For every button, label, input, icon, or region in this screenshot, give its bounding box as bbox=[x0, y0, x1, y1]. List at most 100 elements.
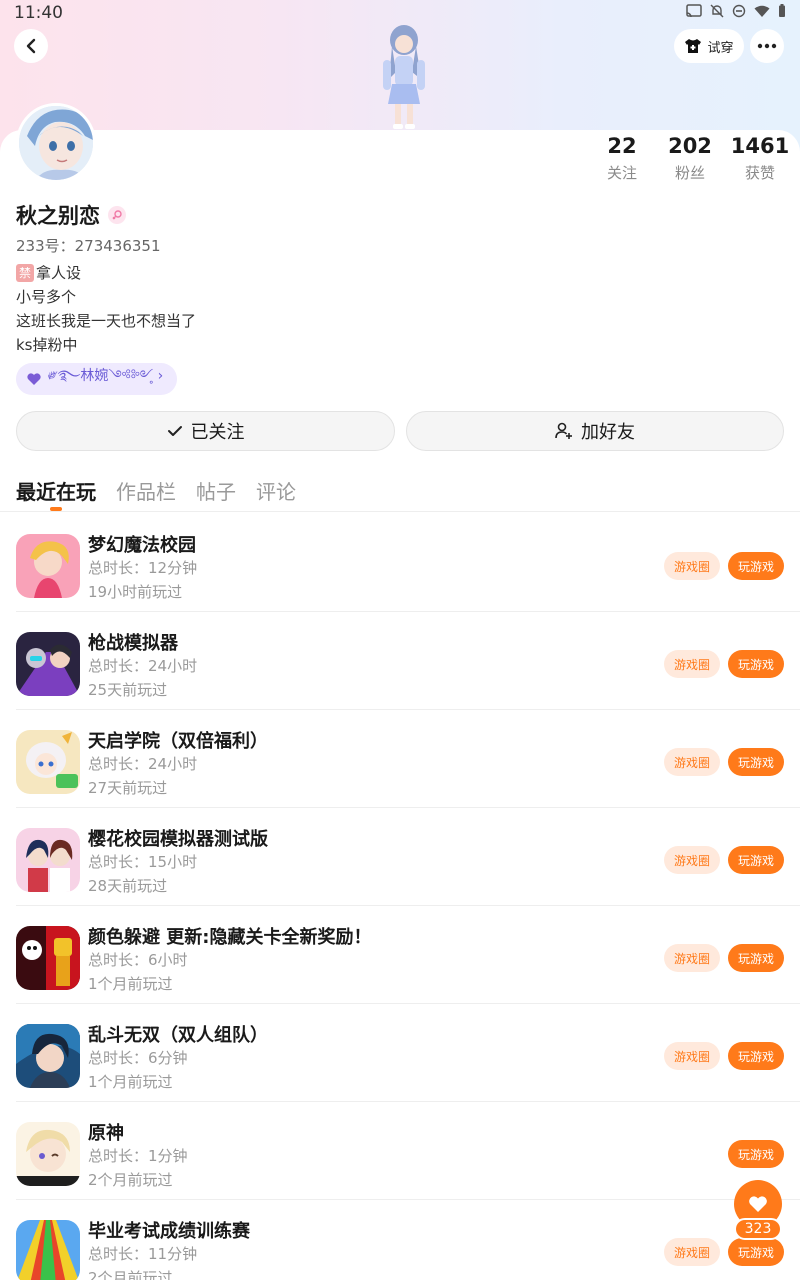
game-title: 原神 bbox=[88, 1123, 124, 1144]
game-duration: 总时长：24小时 bbox=[88, 657, 198, 675]
game-icon-gun-battle-simulator bbox=[16, 632, 80, 696]
play-game-button[interactable]: 玩游戏 bbox=[728, 552, 784, 580]
bio: 禁 拿人设 小号多个 这班长我是一天也不想当了 ks掉粉中 bbox=[16, 261, 196, 357]
game-circle-button[interactable]: 游戏圈 bbox=[664, 1238, 720, 1266]
game-circle-button[interactable]: 游戏圈 bbox=[664, 650, 720, 678]
game-title: 乱斗无双（双人组队） bbox=[88, 1025, 268, 1046]
check-icon bbox=[167, 426, 182, 436]
play-game-button[interactable]: 玩游戏 bbox=[728, 1042, 784, 1070]
tab-posts[interactable]: 帖子 bbox=[196, 476, 236, 505]
game-circle-button[interactable]: 游戏圈 bbox=[664, 1042, 720, 1070]
status-icons bbox=[686, 4, 786, 18]
add-friend-label: 加好友 bbox=[581, 422, 635, 443]
stat-fans[interactable]: 202 粉丝 bbox=[650, 134, 730, 183]
game-last-played: 19小时前玩过 bbox=[88, 583, 183, 601]
username: 秋之别恋 bbox=[16, 200, 126, 230]
game-last-played: 28天前玩过 bbox=[88, 877, 168, 895]
cast-icon bbox=[686, 4, 702, 18]
game-duration: 总时长：24小时 bbox=[88, 755, 198, 773]
game-icon-genshin bbox=[16, 1122, 80, 1186]
game-duration: 总时长：11分钟 bbox=[88, 1245, 198, 1263]
stat-likes[interactable]: 1461 获赞 bbox=[720, 134, 800, 183]
game-title: 梦幻魔法校园 bbox=[88, 535, 196, 556]
game-title: 天启学院（双倍福利） bbox=[88, 731, 268, 752]
game-duration: 总时长：12分钟 bbox=[88, 559, 198, 577]
game-circle-button[interactable]: 游戏圈 bbox=[664, 944, 720, 972]
game-row[interactable]: 毕业考试成绩训练赛 总时长：11分钟 2个月前玩过 游戏圈 玩游戏 bbox=[0, 1200, 800, 1280]
female-gender-icon bbox=[108, 206, 126, 224]
game-duration: 总时长：6分钟 bbox=[88, 1049, 188, 1067]
game-circle-button[interactable]: 游戏圈 bbox=[664, 846, 720, 874]
add-friend-button[interactable]: 加好友 bbox=[406, 411, 784, 451]
game-row[interactable]: 樱花校园模拟器测试版 总时长：15小时 28天前玩过 游戏圈 玩游戏 bbox=[0, 808, 800, 906]
play-game-button[interactable]: 玩游戏 bbox=[728, 650, 784, 678]
game-row[interactable]: 梦幻魔法校园 总时长：12分钟 19小时前玩过 游戏圈 玩游戏 bbox=[0, 514, 800, 612]
stat-likes-label: 获赞 bbox=[744, 164, 775, 182]
try-on-button[interactable]: 试穿 bbox=[674, 29, 744, 63]
stat-fans-label: 粉丝 bbox=[674, 164, 705, 182]
game-icon-graduation-exam bbox=[16, 1220, 80, 1280]
outfit-icon bbox=[685, 39, 702, 53]
back-button[interactable] bbox=[14, 29, 48, 63]
tab-recent-played[interactable]: 最近在玩 bbox=[16, 476, 96, 505]
heart-icon bbox=[749, 1196, 767, 1212]
bio-line: 小号多个 bbox=[16, 288, 77, 306]
bio-line: ks掉粉中 bbox=[16, 336, 78, 354]
followed-button[interactable]: 已关注 bbox=[16, 411, 395, 451]
battery-icon bbox=[779, 4, 785, 17]
play-game-button[interactable]: 玩游戏 bbox=[728, 944, 784, 972]
profile-tabs: 最近在玩 作品栏 帖子 评论 bbox=[16, 476, 296, 505]
game-last-played: 25天前玩过 bbox=[88, 681, 168, 699]
game-last-played: 2个月前玩过 bbox=[88, 1269, 173, 1280]
game-row[interactable]: 枪战模拟器 总时长：24小时 25天前玩过 游戏圈 玩游戏 bbox=[0, 612, 800, 710]
game-icon-dream-magic-school bbox=[16, 534, 80, 598]
play-game-button[interactable]: 玩游戏 bbox=[728, 846, 784, 874]
play-game-button[interactable]: 玩游戏 bbox=[728, 748, 784, 776]
more-dots-icon bbox=[757, 43, 777, 49]
game-last-played: 2个月前玩过 bbox=[88, 1171, 173, 1189]
tab-works[interactable]: 作品栏 bbox=[116, 476, 176, 505]
game-icon-tianqi-academy bbox=[16, 730, 80, 794]
more-button[interactable] bbox=[750, 29, 784, 63]
status-time: 11:40 bbox=[14, 3, 63, 23]
game-title: 毕业考试成绩训练赛 bbox=[88, 1221, 250, 1242]
game-title: 枪战模拟器 bbox=[88, 633, 178, 654]
tab-comments[interactable]: 评论 bbox=[256, 476, 296, 505]
game-row[interactable]: 乱斗无双（双人组队） 总时长：6分钟 1个月前玩过 游戏圈 玩游戏 bbox=[0, 1004, 800, 1102]
game-circle-button[interactable]: 游戏圈 bbox=[664, 552, 720, 580]
stat-likes-count: 1461 bbox=[730, 134, 790, 158]
username-text: 秋之别恋 bbox=[16, 204, 100, 228]
try-on-label: 试穿 bbox=[707, 40, 734, 56]
game-row[interactable]: 原神 总时长：1分钟 2个月前玩过 玩游戏 bbox=[0, 1102, 800, 1200]
followed-label: 已关注 bbox=[190, 422, 245, 443]
wifi-icon bbox=[754, 5, 770, 17]
user-id: 233号：273436351 bbox=[16, 237, 161, 255]
stat-fans-count: 202 bbox=[668, 134, 712, 158]
game-circle-button[interactable]: 游戏圈 bbox=[664, 748, 720, 776]
game-icon-brawl-warriors bbox=[16, 1024, 80, 1088]
mute-icon bbox=[710, 4, 724, 18]
game-row[interactable]: 颜色躲避 更新:隐藏关卡全新奖励！ 总时长：6小时 1个月前玩过 游戏圈 玩游戏 bbox=[0, 906, 800, 1004]
profile-avatar[interactable] bbox=[16, 103, 96, 183]
game-last-played: 1个月前玩过 bbox=[88, 1073, 173, 1091]
play-game-button[interactable]: 玩游戏 bbox=[728, 1140, 784, 1168]
game-duration: 总时长：15小时 bbox=[88, 853, 198, 871]
game-row[interactable]: 天启学院（双倍福利） 总时长：24小时 27天前玩过 游戏圈 玩游戏 bbox=[0, 710, 800, 808]
dnd-icon bbox=[732, 4, 746, 18]
add-user-icon bbox=[555, 422, 572, 439]
game-icon-color-dodge bbox=[16, 926, 80, 990]
ban-tag: 禁 bbox=[16, 264, 34, 282]
close-friend-chip[interactable]: ༗࿐林婉༺༻༷ › bbox=[16, 363, 177, 395]
character-avatar-figure[interactable] bbox=[362, 22, 442, 132]
game-title: 颜色躲避 更新:隐藏关卡全新奖励！ bbox=[88, 927, 372, 948]
game-last-played: 27天前玩过 bbox=[88, 779, 168, 797]
game-duration: 总时长：6小时 bbox=[88, 951, 188, 969]
game-last-played: 1个月前玩过 bbox=[88, 975, 173, 993]
close-friend-name: ༗࿐林婉༺༻༷ › bbox=[48, 368, 164, 384]
heart-icon bbox=[27, 373, 41, 385]
bio-line-text: 拿人设 bbox=[36, 264, 82, 282]
play-game-button[interactable]: 玩游戏 bbox=[728, 1238, 784, 1266]
tabs-divider bbox=[0, 511, 800, 512]
game-duration: 总时长：1分钟 bbox=[88, 1147, 188, 1165]
like-count: 323 bbox=[734, 1218, 782, 1240]
